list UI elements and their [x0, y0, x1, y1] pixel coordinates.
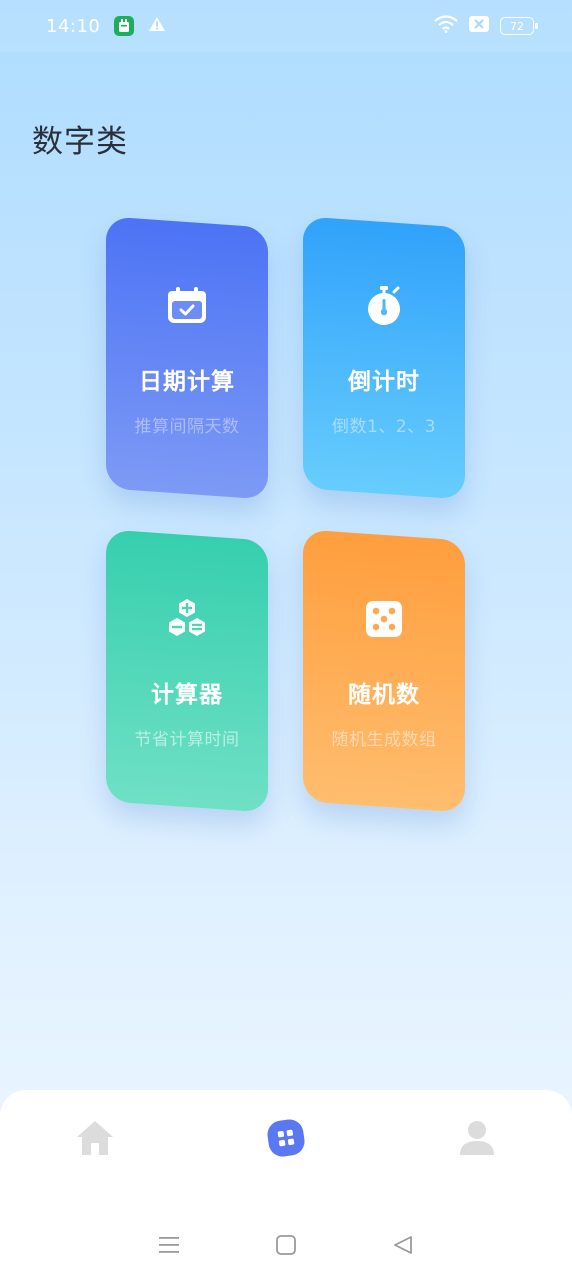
- card-title: 倒计时: [348, 369, 420, 395]
- calculator-icon: [165, 597, 209, 641]
- card-subtitle: 倒数1、2、3: [332, 417, 436, 437]
- warning-icon: [148, 16, 166, 36]
- home-square-icon[interactable]: [266, 1225, 306, 1265]
- wifi-icon: [434, 15, 458, 37]
- card-subtitle: 推算间隔天数: [134, 417, 240, 437]
- card-content: 倒计时 倒数1、2、3: [303, 222, 465, 437]
- card-subtitle: 节省计算时间: [134, 730, 240, 750]
- apps-icon: [266, 1118, 306, 1162]
- bottom-tab-bar: [0, 1090, 572, 1190]
- tab-profile[interactable]: [447, 1110, 507, 1170]
- dice-icon: [362, 597, 406, 641]
- tab-home[interactable]: [65, 1110, 125, 1170]
- stopwatch-icon: [362, 284, 406, 328]
- tab-tools[interactable]: [256, 1110, 316, 1170]
- calculator-card[interactable]: 计算器 节省计算时间: [106, 529, 268, 813]
- random-number-card[interactable]: 随机数 随机生成数组: [303, 529, 465, 813]
- countdown-card[interactable]: 倒计时 倒数1、2、3: [303, 216, 465, 500]
- status-left: 14:10: [46, 16, 166, 37]
- status-bar: 14:10 72: [0, 0, 572, 52]
- status-time: 14:10: [46, 15, 101, 37]
- system-navigation-bar: [0, 1218, 572, 1272]
- home-icon: [75, 1119, 115, 1161]
- card-subtitle: 随机生成数组: [331, 730, 437, 750]
- user-icon: [458, 1119, 496, 1161]
- battery-icon: 72: [500, 17, 538, 35]
- card-title: 计算器: [151, 682, 223, 708]
- date-calculation-card[interactable]: 日期计算 推算间隔天数: [106, 216, 268, 500]
- card-title: 日期计算: [139, 369, 235, 395]
- menu-icon[interactable]: [149, 1225, 189, 1265]
- card-content: 随机数 随机生成数组: [303, 535, 465, 750]
- card-content: 日期计算 推算间隔天数: [106, 222, 268, 437]
- page-title: 数字类: [32, 124, 128, 160]
- card-content: 计算器 节省计算时间: [106, 535, 268, 750]
- app-notification-icon: [114, 16, 135, 36]
- back-triangle-icon[interactable]: [383, 1225, 423, 1265]
- card-title: 随机数: [348, 682, 420, 708]
- calendar-check-icon: [165, 284, 209, 328]
- sim-blocked-icon: [468, 15, 490, 37]
- status-right: 72: [434, 15, 538, 37]
